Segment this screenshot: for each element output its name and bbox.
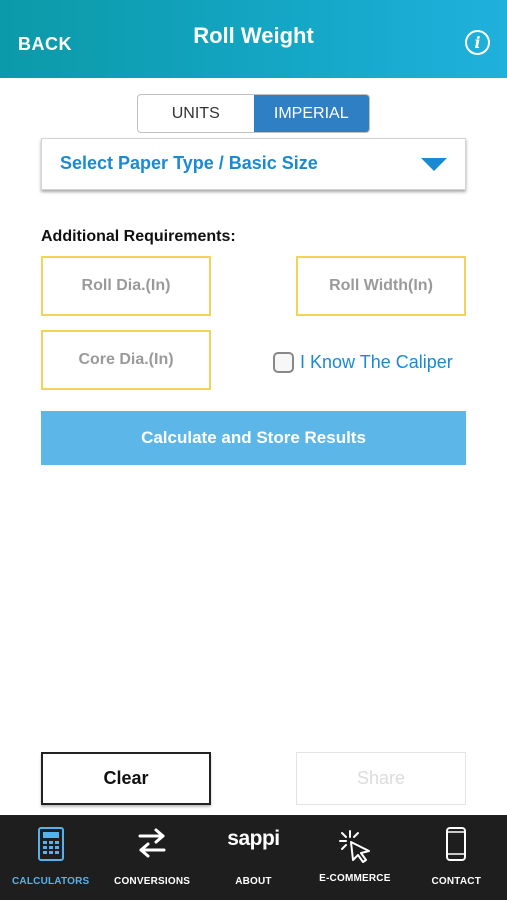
core-dia-input[interactable]: Core Dia.(In) (41, 330, 211, 390)
tab-label: E-COMMERCE (319, 873, 391, 884)
arrows-swap-icon (138, 828, 166, 858)
info-icon[interactable]: i (465, 30, 490, 55)
paper-type-label: Select Paper Type / Basic Size (60, 153, 318, 173)
tab-calculators[interactable]: CALCULATORS (0, 815, 101, 900)
toggle-units[interactable]: UNITS (138, 95, 254, 132)
calculator-icon (37, 827, 64, 861)
sappi-logo: sappi (227, 827, 280, 850)
tab-contact[interactable]: CONTACT (406, 815, 507, 900)
chevron-down-icon (421, 158, 447, 171)
tab-label: ABOUT (235, 876, 272, 887)
page-title: Roll Weight (193, 23, 314, 48)
roll-dia-input[interactable]: Roll Dia.(In) (41, 256, 211, 316)
share-button[interactable]: Share (296, 752, 466, 805)
calculate-button[interactable]: Calculate and Store Results (41, 411, 466, 465)
caliper-label[interactable]: I Know The Caliper (300, 352, 453, 373)
units-toggle: UNITS IMPERIAL (137, 94, 370, 133)
cursor-click-icon (338, 830, 370, 863)
caliper-checkbox[interactable] (273, 351, 294, 373)
phone-icon (446, 827, 467, 861)
additional-requirements-heading: Additional Requirements: (41, 228, 236, 245)
tab-label: CONVERSIONS (114, 876, 191, 887)
tab-ecommerce[interactable]: E-COMMERCE (304, 815, 405, 900)
tab-label: CONTACT (431, 876, 482, 887)
tab-about[interactable]: sappi ABOUT (203, 815, 304, 900)
clear-button[interactable]: Clear (41, 752, 211, 805)
tab-label: CALCULATORS (12, 876, 90, 887)
roll-width-input[interactable]: Roll Width(In) (296, 256, 466, 316)
tab-conversions[interactable]: CONVERSIONS (101, 815, 202, 900)
caliper-checkbox-row[interactable]: I Know The Caliper (273, 350, 453, 374)
header-bar: BACK Roll Weight i (0, 0, 507, 78)
roll-weight-screen: BACK Roll Weight i UNITS IMPERIAL Select… (0, 0, 507, 900)
paper-type-dropdown[interactable]: Select Paper Type / Basic Size (41, 138, 466, 190)
bottom-tab-bar: CALCULATORS CONVERSIONS sappi ABOUT E-CO… (0, 815, 507, 900)
toggle-imperial[interactable]: IMPERIAL (253, 95, 369, 132)
